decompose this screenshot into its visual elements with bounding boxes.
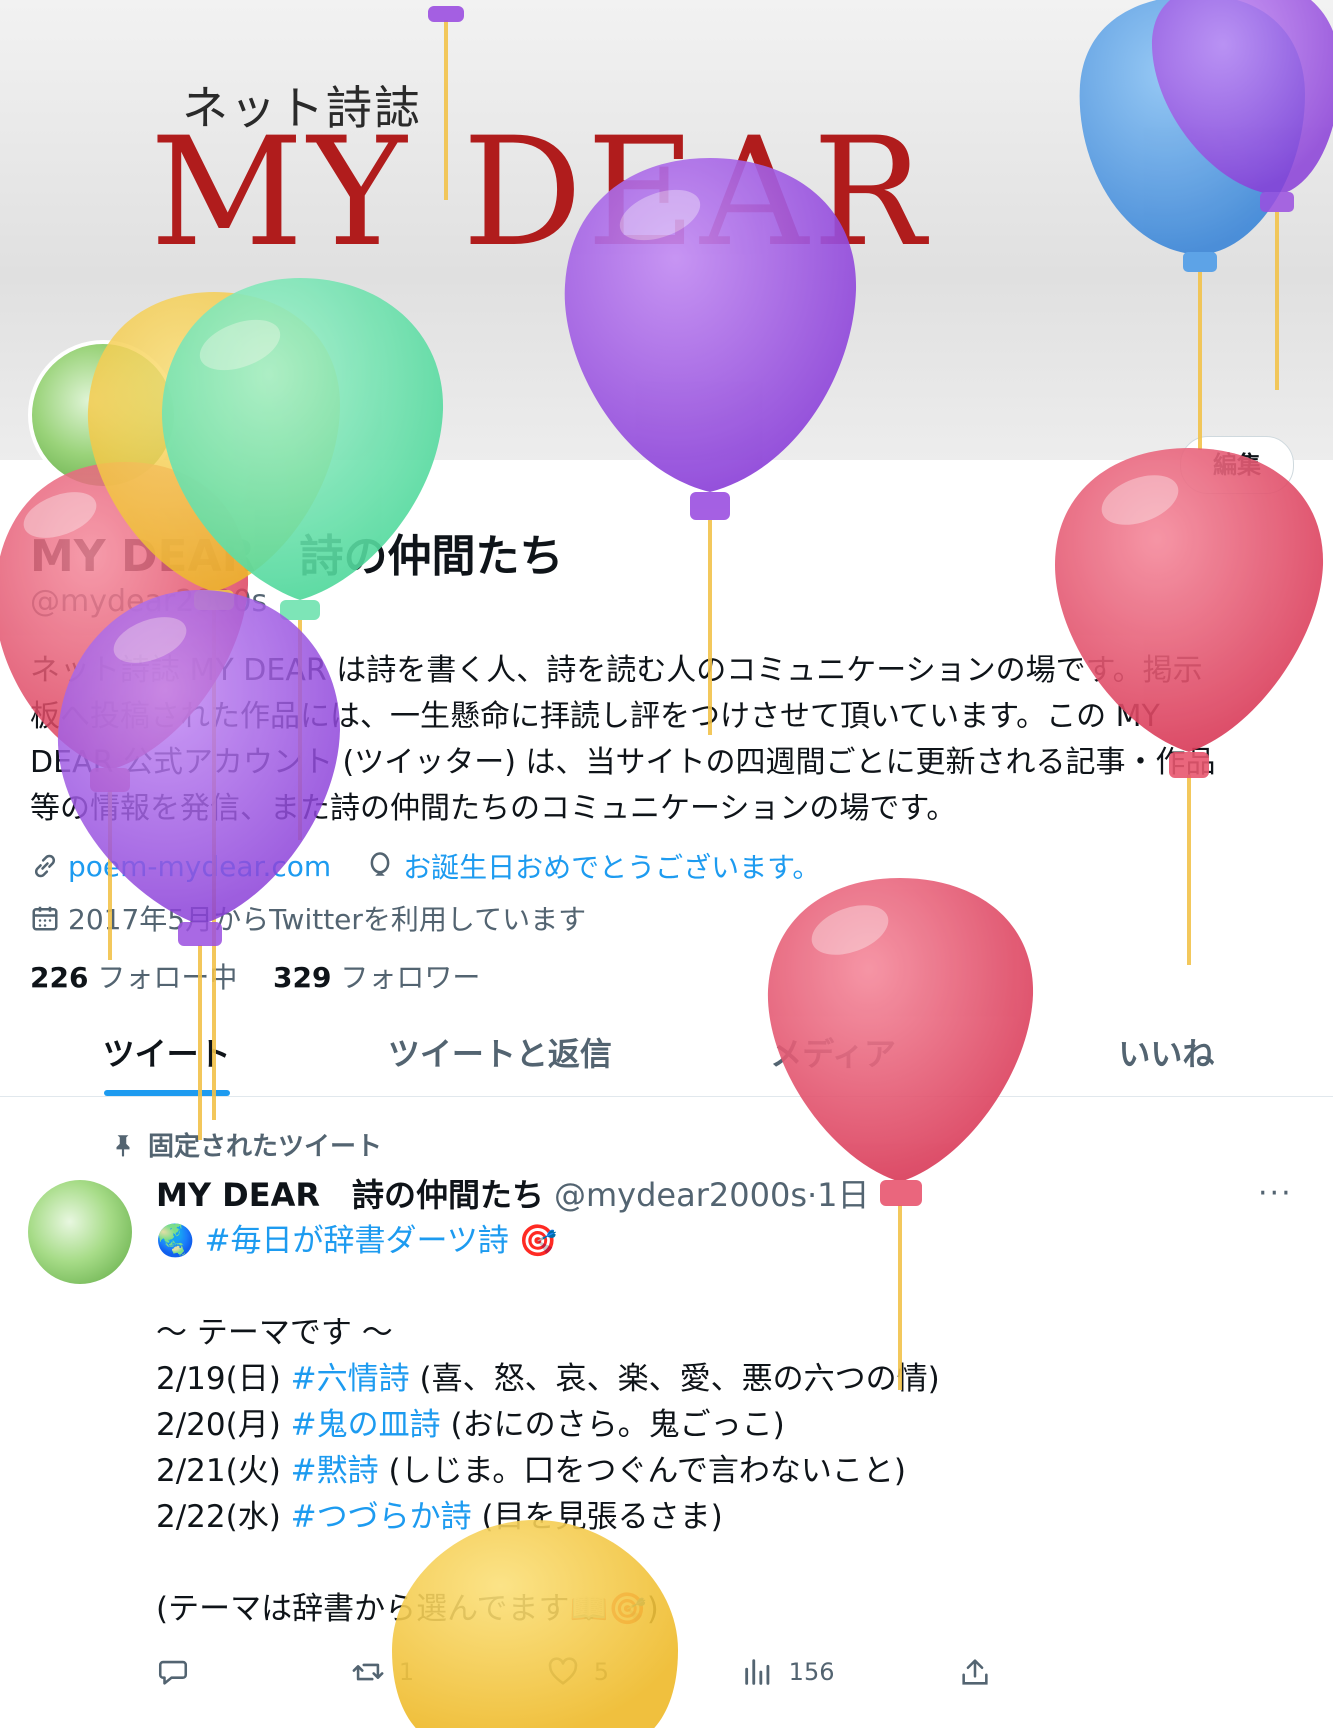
profile-tabs: ツイート ツイートと返信 メディア いいね	[0, 1012, 1333, 1097]
views-button[interactable]: 156	[741, 1650, 936, 1694]
tweet-separator: ·	[806, 1176, 818, 1214]
pin-icon	[116, 1134, 130, 1157]
theme-date: 2/22(水)	[156, 1499, 281, 1535]
theme-desc: (喜、怒、哀、楽、愛、悪の六つの情)	[419, 1361, 940, 1397]
tweet-author-handle[interactable]: @mydear2000s	[554, 1176, 807, 1214]
followers-label: フォロワー	[340, 961, 481, 994]
tab-tweets[interactable]: ツイート	[0, 1012, 333, 1096]
tweet-time[interactable]: 1日	[817, 1170, 869, 1216]
follow-stats: 226 フォロー中 329 フォロワー	[30, 956, 480, 996]
globe-emoji: 🌏	[156, 1223, 195, 1259]
pinned-label: 固定されたツイート	[148, 1132, 383, 1162]
theme-desc: (しじま。口をつぐんで言わないこと)	[388, 1453, 906, 1489]
hashtag-link[interactable]: #毎日が辞書ダーツ詩	[204, 1223, 508, 1259]
theme-line: 2/22(水) #つづらか詩 (目を見張るさま)	[156, 1494, 1296, 1540]
profile-meta-links: poem-mydear.com お誕生日おめでとうございます。	[30, 846, 820, 886]
theme-date: 2/20(月)	[156, 1407, 281, 1443]
balloon-icon	[370, 852, 390, 876]
heart-icon	[548, 1657, 578, 1685]
tab-media[interactable]: メディア	[667, 1012, 1000, 1096]
header-banner[interactable]: ネット詩誌 MY DEAR	[0, 0, 1333, 460]
retweet-icon	[352, 1663, 384, 1681]
followers-link[interactable]: 329 フォロワー	[273, 961, 480, 994]
following-count: 226	[30, 961, 89, 994]
banner-title: MY DEAR	[150, 106, 930, 280]
reply-icon	[158, 1660, 188, 1685]
display-name: MY DEAR 詩の仲間たち	[30, 531, 564, 582]
more-options-icon[interactable]: ···	[1258, 1176, 1293, 1211]
theme-desc: (目を見張るさま)	[481, 1499, 723, 1535]
theme-line: 2/21(火) #黙詩 (しじま。口をつぐんで言わないこと)	[156, 1448, 1296, 1494]
theme-date: 2/21(火)	[156, 1453, 281, 1489]
theme-heading: ～ テーマです ～	[156, 1315, 393, 1351]
bio-line: 板へ投稿された作品には、一生懸命に拝読し評をつけさせて頂いています。この MY	[30, 699, 1160, 734]
hashtag-link[interactable]: #つづらか詩	[291, 1499, 472, 1535]
theme-desc: (おにのさら。鬼ごっこ)	[450, 1407, 785, 1443]
hashtag-link[interactable]: #六情詩	[291, 1361, 410, 1397]
following-label: フォロー中	[97, 961, 238, 994]
followers-count: 329	[272, 961, 332, 994]
calendar-icon	[32, 906, 58, 931]
user-handle: @mydear2000s	[30, 584, 268, 619]
profile-bio: ネット詩誌 MY DEAR は詩を書く人、詩を読む人のコミュニケーションの場です…	[30, 648, 1300, 832]
bio-line: 等の情報を発信、また詩の仲間たちのコミュニケーションの場です。	[30, 791, 957, 826]
reply-button[interactable]	[156, 1650, 351, 1694]
retweet-count: 1	[398, 1658, 415, 1686]
tweet-actions: 1 5 156	[156, 1650, 1016, 1694]
tab-likes[interactable]: いいね	[1000, 1012, 1333, 1096]
tweet-footer-note: (テーマは辞書から選んでます📖🎯)	[156, 1591, 659, 1627]
website-link[interactable]: poem-mydear.com	[68, 850, 331, 883]
link-icon	[34, 854, 56, 878]
share-button[interactable]	[958, 1650, 1016, 1694]
tweet-header: MY DEAR 詩の仲間たち @mydear2000s · 1日	[156, 1170, 870, 1216]
share-icon	[961, 1659, 988, 1685]
theme-line: 2/20(月) #鬼の皿詩 (おにのさら。鬼ごっこ)	[156, 1402, 1296, 1448]
tweet-author-name[interactable]: MY DEAR 詩の仲間たち	[156, 1170, 544, 1216]
birthday-link[interactable]: お誕生日おめでとうございます。	[403, 846, 820, 886]
tweet-text: 🌏 #毎日が辞書ダーツ詩 🎯 ～ テーマです ～ 2/19(日) #六情詩 (喜…	[156, 1218, 1296, 1632]
view-count: 156	[788, 1658, 835, 1686]
analytics-icon	[744, 1659, 770, 1685]
joined-date: 2017年5月からTwitterを利用しています	[68, 903, 587, 936]
hashtag-link[interactable]: #黙詩	[291, 1453, 379, 1489]
dart-emoji: 🎯	[518, 1223, 558, 1259]
theme-line: 2/19(日) #六情詩 (喜、怒、哀、楽、愛、悪の六つの情)	[156, 1356, 1296, 1402]
joined-row: 2017年5月からTwitterを利用しています	[30, 898, 586, 938]
theme-date: 2/19(日)	[156, 1361, 281, 1397]
tab-tweets-and-replies[interactable]: ツイートと返信	[333, 1012, 666, 1096]
bio-line: DEAR 公式アカウント (ツイッター) は、当サイトの四週間ごとに更新される記…	[30, 745, 1216, 780]
pinned-indicator: 固定されたツイート	[110, 1126, 382, 1163]
profile-page: ネット詩誌 MY DEAR 編集 MY DEAR 詩の仲間たち @mydear2…	[0, 0, 1333, 1728]
edit-profile-button[interactable]: 編集	[1180, 436, 1294, 494]
profile-avatar[interactable]	[28, 340, 178, 490]
tweet-hashtag-line: 🌏 #毎日が辞書ダーツ詩 🎯	[156, 1218, 1296, 1264]
tweet-author-avatar[interactable]	[28, 1180, 132, 1284]
hashtag-link[interactable]: #鬼の皿詩	[291, 1407, 441, 1443]
like-button[interactable]: 5	[546, 1650, 741, 1694]
following-link[interactable]: 226 フォロー中	[30, 961, 237, 994]
bio-line: ネット詩誌 MY DEAR は詩を書く人、詩を読む人のコミュニケーションの場です…	[30, 653, 1203, 688]
retweet-button[interactable]: 1	[351, 1650, 546, 1694]
like-count: 5	[593, 1658, 610, 1686]
